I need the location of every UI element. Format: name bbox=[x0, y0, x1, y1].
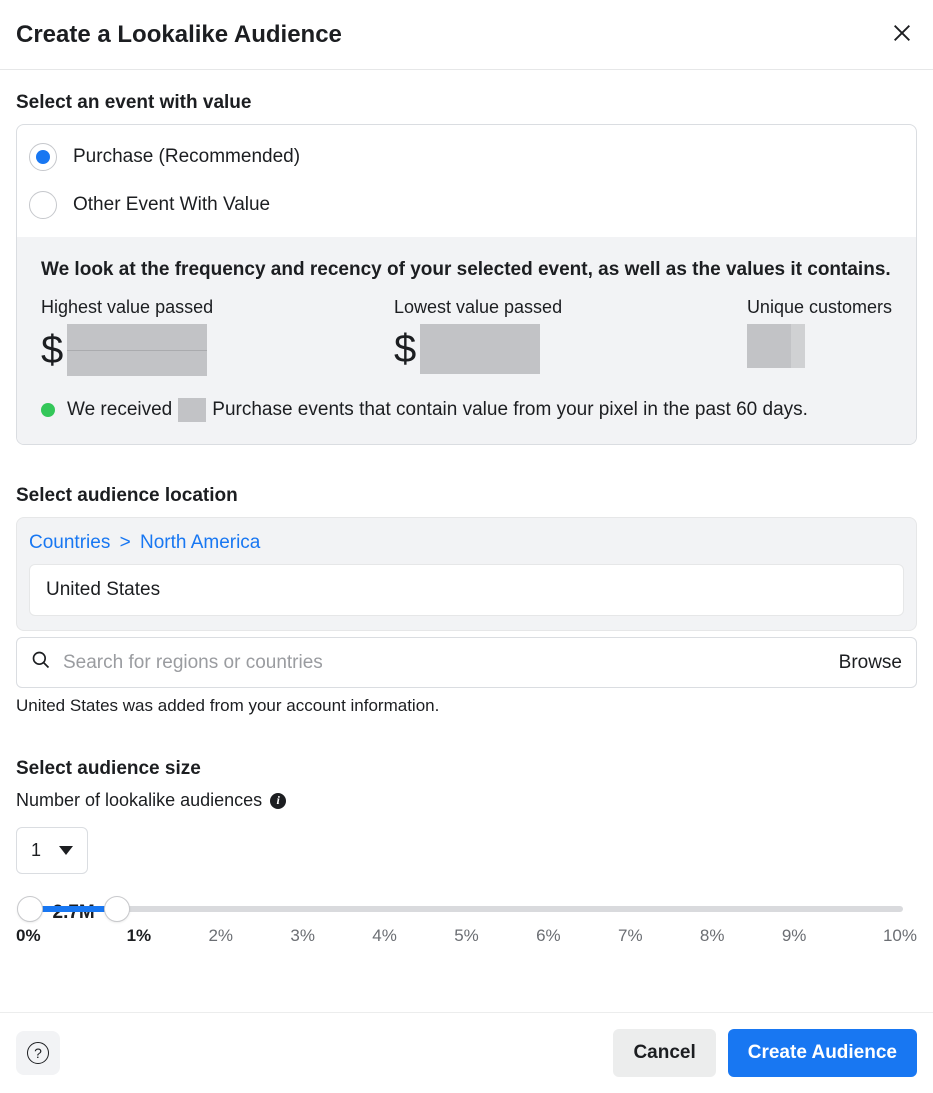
stat-label: Lowest value passed bbox=[394, 297, 747, 318]
chevron-down-icon bbox=[59, 846, 73, 855]
event-option-other[interactable]: Other Event With Value bbox=[29, 181, 904, 229]
location-breadcrumb: Countries > North America bbox=[29, 532, 904, 554]
modal-title: Create a Lookalike Audience bbox=[16, 21, 342, 49]
create-audience-button[interactable]: Create Audience bbox=[728, 1029, 917, 1077]
help-button[interactable]: ? bbox=[16, 1031, 60, 1075]
location-search-row: Browse bbox=[16, 637, 917, 688]
breadcrumb-countries[interactable]: Countries bbox=[29, 532, 110, 553]
slider-tick: 0% bbox=[16, 926, 98, 946]
event-stats-row: Highest value passed $ Lowest value pass… bbox=[41, 297, 892, 376]
close-button[interactable] bbox=[887, 18, 917, 51]
size-section: Select audience size Number of lookalike… bbox=[16, 758, 917, 972]
cancel-button[interactable]: Cancel bbox=[613, 1029, 715, 1077]
slider-handle-end[interactable] bbox=[104, 896, 130, 922]
slider-tick: 9% bbox=[753, 926, 835, 946]
slider-tick: 1% bbox=[98, 926, 180, 946]
modal-content: Select an event with value Purchase (Rec… bbox=[0, 70, 933, 972]
stat-label: Unique customers bbox=[747, 297, 892, 318]
stat-value: $ bbox=[41, 324, 394, 376]
browse-link[interactable]: Browse bbox=[839, 652, 902, 674]
stat-lowest: Lowest value passed $ bbox=[394, 297, 747, 376]
slider-tick: 10% bbox=[835, 926, 917, 946]
radio-icon bbox=[29, 191, 57, 219]
slider-ticks: 0% 1% 2% 3% 4% 5% 6% 7% 8% 9% 10% bbox=[16, 926, 917, 946]
slider-tick: 5% bbox=[426, 926, 508, 946]
slider-tick: 7% bbox=[589, 926, 671, 946]
currency-symbol: $ bbox=[41, 328, 63, 373]
close-icon bbox=[891, 22, 913, 44]
footer-actions: Cancel Create Audience bbox=[613, 1029, 917, 1077]
received-suffix: Purchase events that contain value from … bbox=[212, 399, 808, 421]
stat-highest: Highest value passed $ bbox=[41, 297, 394, 376]
slider-handle-start[interactable] bbox=[17, 896, 43, 922]
event-received-row: We received Purchase events that contain… bbox=[41, 398, 892, 422]
location-search-input[interactable] bbox=[63, 652, 827, 674]
event-radio-group: Purchase (Recommended) Other Event With … bbox=[17, 125, 916, 237]
event-option-label: Purchase (Recommended) bbox=[73, 146, 300, 168]
modal-footer: ? Cancel Create Audience bbox=[0, 1012, 933, 1093]
event-heading: Select an event with value bbox=[16, 92, 917, 114]
slider-tick: 3% bbox=[262, 926, 344, 946]
redacted-count bbox=[178, 398, 206, 422]
slider-tick: 6% bbox=[507, 926, 589, 946]
event-option-label: Other Event With Value bbox=[73, 194, 270, 216]
stat-label: Highest value passed bbox=[41, 297, 394, 318]
status-dot-icon bbox=[41, 403, 55, 417]
slider-tick: 2% bbox=[180, 926, 262, 946]
modal-header: Create a Lookalike Audience bbox=[0, 0, 933, 70]
stat-unique: Unique customers bbox=[747, 297, 892, 376]
redacted-value bbox=[747, 324, 805, 368]
location-heading: Select audience location bbox=[16, 485, 917, 507]
slider-tick: 4% bbox=[344, 926, 426, 946]
info-icon[interactable]: i bbox=[270, 793, 286, 809]
location-box: Countries > North America United States bbox=[16, 517, 917, 631]
num-audiences-row: Number of lookalike audiences i bbox=[16, 790, 917, 811]
help-icon: ? bbox=[27, 1042, 49, 1064]
slider-tick: 8% bbox=[671, 926, 753, 946]
radio-icon bbox=[29, 143, 57, 171]
location-chip[interactable]: United States bbox=[29, 564, 904, 616]
location-note: United States was added from your accoun… bbox=[16, 696, 917, 716]
received-prefix: We received bbox=[67, 399, 172, 421]
redacted-value bbox=[67, 324, 207, 376]
lookalike-modal: Create a Lookalike Audience Select an ev… bbox=[0, 0, 933, 1093]
audience-size-slider[interactable]: 2.7M 0% 1% 2% 3% 4% 5% 6% 7% 8% 9% bbox=[16, 906, 917, 972]
breadcrumb-separator-icon: > bbox=[120, 532, 131, 553]
event-card: Purchase (Recommended) Other Event With … bbox=[16, 124, 917, 445]
event-option-purchase[interactable]: Purchase (Recommended) bbox=[29, 133, 904, 181]
currency-symbol: $ bbox=[394, 327, 416, 372]
stat-value: $ bbox=[394, 324, 747, 374]
breadcrumb-north-america[interactable]: North America bbox=[140, 532, 260, 553]
event-info-panel: We look at the frequency and recency of … bbox=[17, 237, 916, 444]
search-icon bbox=[31, 650, 51, 675]
stat-value bbox=[747, 324, 892, 368]
event-info-headline: We look at the frequency and recency of … bbox=[41, 259, 892, 281]
num-audiences-label: Number of lookalike audiences bbox=[16, 790, 262, 811]
size-heading: Select audience size bbox=[16, 758, 917, 780]
num-audiences-select[interactable]: 1 bbox=[16, 827, 88, 874]
select-value: 1 bbox=[31, 840, 41, 861]
redacted-value bbox=[420, 324, 540, 374]
slider-track bbox=[30, 906, 903, 912]
